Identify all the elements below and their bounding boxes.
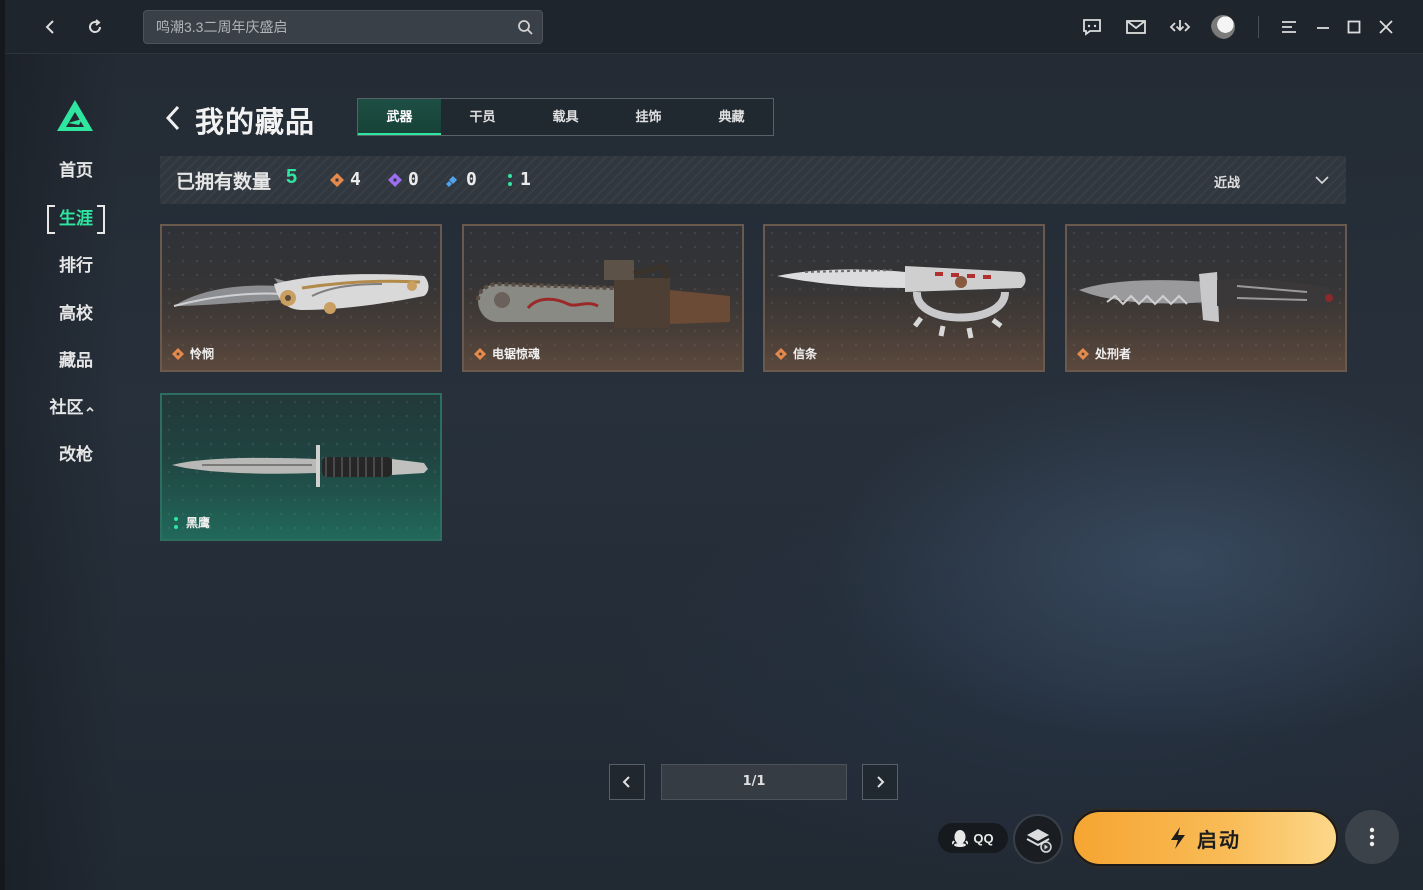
rarity-count-blue: 0: [446, 169, 477, 190]
tab-operators[interactable]: 干员: [441, 99, 524, 135]
more-vertical-icon: [1369, 827, 1375, 847]
page-title: 我的藏品: [195, 107, 316, 139]
rarity-count-purple-value: 0: [408, 169, 419, 190]
orange-diamond-icon: [474, 347, 486, 360]
mail-icon[interactable]: [1121, 12, 1151, 42]
chat-icon[interactable]: [1077, 12, 1107, 42]
rarity-count-green: 1: [506, 169, 531, 190]
sidebar-item-ranking[interactable]: 排行: [50, 253, 102, 279]
prev-page-button[interactable]: [609, 764, 645, 800]
owned-count: 5: [286, 166, 298, 188]
category-tabs: 武器 干员 载具 挂饰 典藏: [357, 98, 774, 136]
search-icon[interactable]: [516, 18, 534, 36]
sidebar-item-community[interactable]: 社区: [46, 395, 98, 421]
qq-penguin-icon: [952, 830, 969, 847]
game-layers-button[interactable]: [1013, 814, 1063, 864]
weapon-card[interactable]: 怜悯: [160, 224, 442, 372]
launch-label: 启动: [1197, 829, 1241, 852]
chevron-left-icon: [622, 776, 630, 788]
maximize-icon[interactable]: [1339, 12, 1369, 42]
avatar[interactable]: [1211, 15, 1235, 39]
sidebar-item-gunsmith[interactable]: 改枪: [50, 442, 102, 468]
qq-label: QQ: [973, 830, 994, 846]
app-logo: [57, 100, 93, 131]
weapon-card-name: 怜悯: [172, 345, 214, 362]
weapon-card[interactable]: 处刑者: [1065, 224, 1347, 372]
sidebar-item-home[interactable]: 首页: [50, 158, 102, 184]
sidebar-item-college[interactable]: 高校: [50, 301, 102, 327]
blue-diamond-icon: [446, 175, 457, 187]
orange-diamond-icon: [1077, 347, 1089, 360]
layers-play-icon: [1026, 829, 1052, 853]
weapon-card[interactable]: 黑鹰: [160, 393, 442, 541]
titlebar-divider: [1258, 16, 1259, 38]
rarity-count-orange: 4: [330, 169, 361, 190]
weapon-card-label: 信条: [793, 347, 818, 361]
green-dots-icon: [174, 516, 178, 529]
weapon-card-label: 处刑者: [1095, 347, 1132, 361]
next-page-button[interactable]: [862, 764, 898, 800]
page-back-icon[interactable]: [163, 103, 183, 133]
weapon-card[interactable]: 信条: [763, 224, 1045, 372]
purple-diamond-icon: [388, 172, 402, 187]
weapon-card-label: 怜悯: [190, 347, 215, 361]
page-indicator[interactable]: 1/1: [661, 764, 847, 800]
orange-diamond-icon: [172, 347, 184, 360]
rarity-count-blue-value: 0: [466, 169, 477, 190]
launch-button[interactable]: 启动: [1072, 810, 1338, 866]
weapon-card-label: 电锯惊魂: [492, 347, 541, 361]
rarity-count-orange-value: 4: [350, 169, 361, 190]
refresh-icon[interactable]: [80, 12, 110, 42]
tab-weapons[interactable]: 武器: [358, 99, 441, 135]
orange-diamond-icon: [775, 347, 787, 360]
weapon-card-name: 信条: [775, 345, 817, 362]
lightning-icon: [1171, 827, 1185, 849]
sidebar-item-career[interactable]: 生涯: [50, 206, 102, 232]
weapon-card-name: 电锯惊魂: [474, 345, 540, 362]
close-icon[interactable]: [1371, 12, 1401, 42]
rarity-count-green-value: 1: [520, 169, 531, 190]
rarity-count-purple: 0: [388, 169, 419, 190]
sort-dropdown-value: 近战: [1214, 175, 1241, 190]
back-icon[interactable]: [36, 12, 66, 42]
title-bar: [5, 0, 1423, 54]
minimize-icon[interactable]: [1308, 12, 1338, 42]
green-dots-icon: [508, 173, 512, 186]
sidebar-item-community-label: 社区: [49, 398, 84, 417]
tab-charms[interactable]: 挂饰: [607, 99, 690, 135]
search-input[interactable]: [144, 11, 504, 43]
weapon-card-label: 黑鹰: [186, 516, 211, 530]
qq-login-button[interactable]: QQ: [938, 823, 1008, 853]
chevron-up-icon: [85, 406, 94, 412]
orange-diamond-icon: [330, 172, 344, 187]
download-icon[interactable]: [1165, 12, 1195, 42]
tab-vehicles[interactable]: 载具: [524, 99, 607, 135]
more-options-button[interactable]: [1345, 810, 1399, 864]
menu-icon[interactable]: [1274, 12, 1304, 42]
chevron-down-icon: [1315, 176, 1329, 185]
chevron-right-icon: [877, 776, 885, 788]
sort-dropdown[interactable]: 近战: [1186, 156, 1346, 204]
tab-archive[interactable]: 典藏: [690, 99, 773, 135]
weapon-card-name: 黑鹰: [172, 514, 210, 531]
weapon-card[interactable]: 电锯惊魂: [462, 224, 744, 372]
owned-label: 已拥有数量: [176, 172, 272, 193]
weapon-card-name: 处刑者: [1077, 345, 1131, 362]
search-box[interactable]: [143, 10, 543, 44]
filter-bar: 已拥有数量 5 4 0 0 1 近战: [160, 156, 1346, 204]
sidebar-item-collection[interactable]: 藏品: [50, 348, 102, 374]
